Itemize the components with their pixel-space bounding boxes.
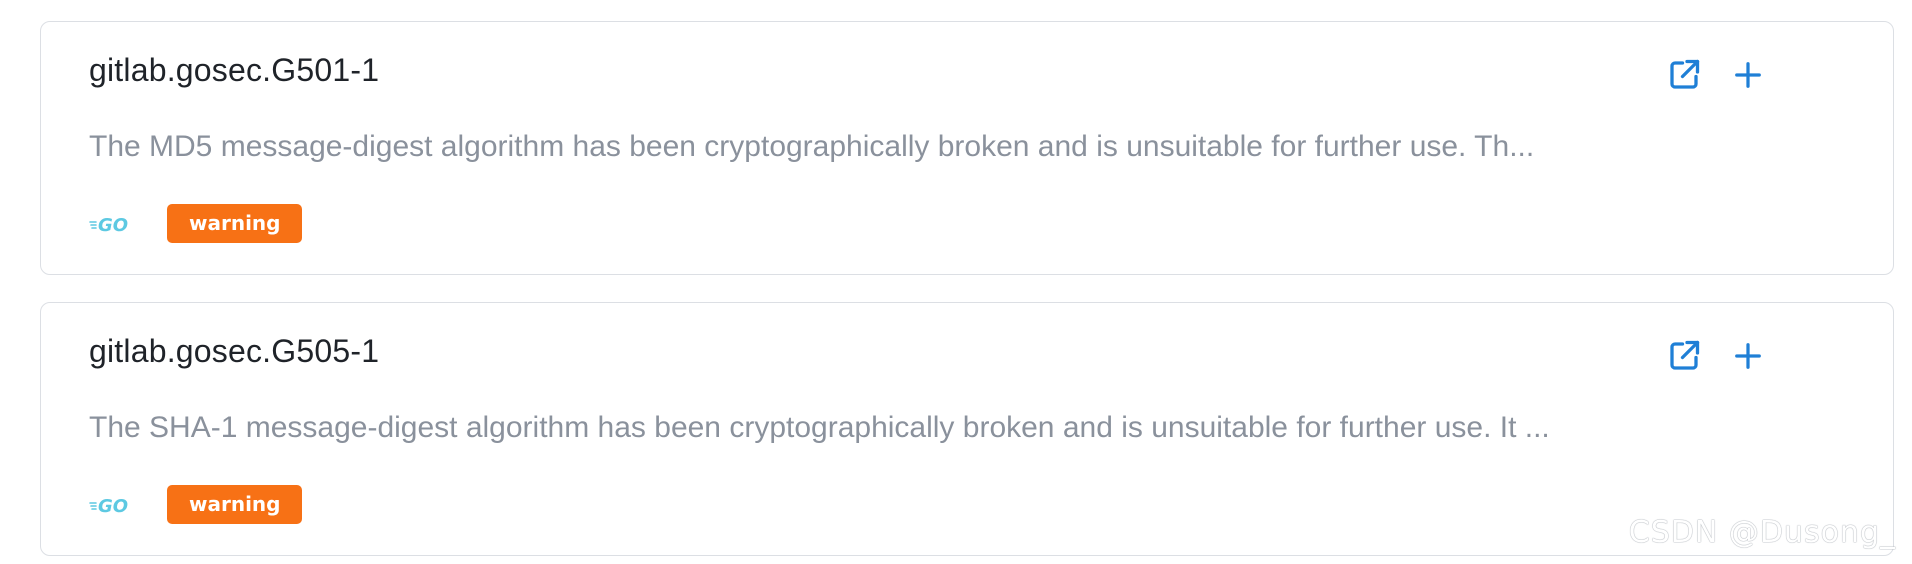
add-icon[interactable] [1729,56,1767,94]
rule-actions [1665,56,1767,94]
svg-text:GO: GO [98,215,128,235]
add-icon[interactable] [1729,337,1767,375]
rule-description: The SHA-1 message-digest algorithm has b… [89,411,1550,444]
severity-badge: warning [167,204,303,243]
external-link-icon[interactable] [1665,337,1703,375]
external-link-icon[interactable] [1665,56,1703,94]
rule-card[interactable]: gitlab.gosec.G501-1 The MD5 message-dige… [40,21,1894,275]
rule-card[interactable]: gitlab.gosec.G505-1 The SHA-1 message-di… [40,302,1894,556]
rule-actions [1665,337,1767,375]
rule-title[interactable]: gitlab.gosec.G501-1 [89,52,379,89]
watermark: CSDN @Dusong_ [1628,515,1896,550]
severity-badge: warning [167,485,303,524]
rule-list: gitlab.gosec.G501-1 The MD5 message-dige… [0,0,1912,564]
go-icon: GO [89,212,131,236]
rule-meta: GO warning [89,485,303,524]
rule-meta: GO warning [89,204,303,243]
go-icon: GO [89,493,131,517]
rule-description: The MD5 message-digest algorithm has bee… [89,130,1535,163]
rule-title[interactable]: gitlab.gosec.G505-1 [89,333,379,370]
svg-text:GO: GO [98,496,128,516]
